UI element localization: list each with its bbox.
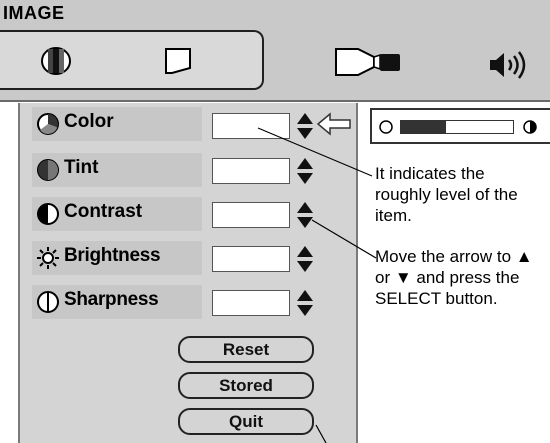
sharpness-label: Sharpness [64,289,159,310]
level-high-icon [523,120,537,134]
level-bar [400,120,514,134]
level-low-icon [379,120,393,134]
image-adjust-menu-icon[interactable] [38,45,74,77]
brightness-stepper-icon[interactable] [296,245,314,273]
sound-menu-icon[interactable] [486,50,530,80]
menu-row-brightness[interactable]: Brightness [32,241,202,275]
stored-button[interactable]: Stored [178,372,314,399]
screen-menu-icon[interactable] [162,46,194,76]
level-bar-fill [401,121,446,133]
contrast-label: Contrast [64,201,143,222]
image-adjust-panel: Color Tint Contrast Brightness Sharpness… [18,103,358,443]
reset-button[interactable]: Reset [178,336,314,363]
indicator-note: It indicates the roughly level of the it… [375,164,518,225]
sharpness-value-box [212,290,290,316]
projector-menu-icon[interactable] [334,45,404,81]
sharpness-icon [37,291,59,313]
tint-value-box [212,158,290,184]
contrast-stepper-icon[interactable] [296,201,314,229]
menu-icon-group [0,30,264,90]
contrast-icon [37,203,59,225]
level-indicator [370,108,550,144]
pointer-arrow-icon [316,112,351,136]
color-value-box [212,113,290,139]
color-icon [37,113,59,135]
color-label: Color [64,111,114,132]
contrast-value-box [212,202,290,228]
tint-label: Tint [64,157,99,178]
move-arrow-note: Move the arrow to ▲ or ▼ and press the S… [375,247,533,308]
tint-icon [37,159,59,181]
menu-row-color[interactable]: Color [32,107,202,141]
menu-row-contrast[interactable]: Contrast [32,197,202,231]
menu-bar: IMAGE [0,0,550,102]
brightness-label: Brightness [64,245,161,266]
menu-row-tint[interactable]: Tint [32,153,202,187]
menu-title: IMAGE [3,3,65,23]
tint-stepper-icon[interactable] [296,157,314,185]
color-stepper-icon[interactable] [296,112,314,140]
sharpness-stepper-icon[interactable] [296,289,314,317]
brightness-value-box [212,246,290,272]
brightness-icon [37,247,59,269]
menu-row-sharpness[interactable]: Sharpness [32,285,202,319]
quit-button[interactable]: Quit [178,408,314,435]
